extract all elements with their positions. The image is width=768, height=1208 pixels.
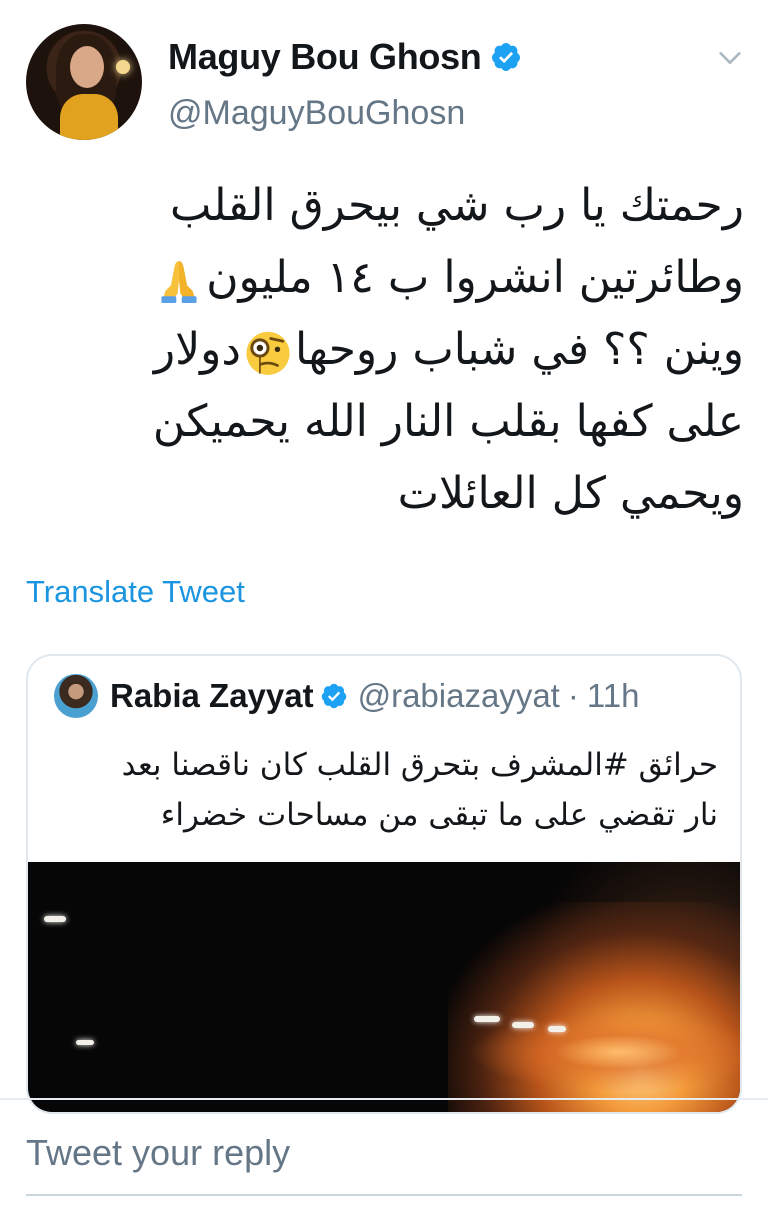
burning-ground: [468, 1012, 740, 1092]
distant-light: [474, 1016, 500, 1022]
quoted-tweet-body: حرائق #المشرف بتحرق القلب كان ناقصنا بعد…: [52, 740, 718, 840]
author-handle[interactable]: @MaguyBouGhosn: [168, 94, 465, 133]
folded-hands-icon: [161, 261, 197, 303]
quoted-author-handle: @rabiazayyat: [357, 677, 560, 714]
quoted-tweet-video[interactable]: [28, 862, 740, 1112]
tweet-text-segment: رحمتك يا رب شي بيحرق القلب: [169, 180, 744, 231]
distant-light: [44, 916, 66, 922]
quoted-tweet-header: Rabia Zayyat @rabiazayyat · 11h: [54, 674, 639, 718]
tweet-text-segment: دولار: [153, 324, 242, 375]
quoted-tweet-line: حرائق #المشرف بتحرق القلب كان ناقصنا بعد: [121, 747, 718, 783]
tweet-text-segment: على كفها بقلب النار الله يحميكن: [152, 396, 744, 447]
chevron-down-icon[interactable]: [716, 44, 744, 72]
verified-badge-icon: [321, 683, 346, 709]
translate-tweet-link[interactable]: Translate Tweet: [26, 574, 245, 610]
tweet-line: ويحمي كل العائلات: [40, 458, 744, 530]
avatar-lamp: [116, 60, 130, 74]
author-display-name[interactable]: Maguy Bou Ghosn: [168, 36, 482, 78]
tweet-header: Maguy Bou Ghosn @MaguyBouGhosn: [0, 0, 768, 160]
tweet-line: وينن ؟؟ في شباب روحها دولار: [40, 314, 744, 386]
reply-input[interactable]: Tweet your reply: [26, 1132, 290, 1174]
quoted-tweet-time: 11h: [586, 677, 640, 714]
tweet-line: على كفها بقلب النار الله يحميكن: [40, 386, 744, 458]
tweet-line: رحمتك يا رب شي بيحرق القلب: [40, 170, 744, 242]
quoted-author-name: Rabia Zayyat: [110, 677, 314, 714]
tweet-line: وطائرتين انشروا ب ١٤ مليون: [40, 242, 744, 314]
distant-light: [548, 1026, 566, 1032]
distant-light: [76, 1040, 94, 1045]
quoted-tweet-line: نار تقضي على ما تبقى من مساحات خضراء: [160, 797, 718, 833]
quoted-tweet-card[interactable]: Rabia Zayyat @rabiazayyat · 11h حرائق #ا…: [26, 654, 742, 1114]
distant-light: [512, 1022, 534, 1028]
avatar-face: [70, 46, 104, 88]
author-avatar[interactable]: [26, 24, 142, 140]
dot-separator: ·: [567, 677, 579, 714]
tweet-text-segment: ويحمي كل العائلات: [397, 468, 744, 519]
face-with-monocle-icon: [246, 331, 290, 375]
quoted-author-avatar: [54, 674, 98, 718]
tweet-text-segment: وطائرتين انشروا ب ١٤ مليون: [206, 252, 744, 303]
verified-badge-icon: [491, 43, 520, 71]
reply-input-underline: [26, 1194, 742, 1196]
author-name-row[interactable]: Maguy Bou Ghosn: [168, 36, 522, 78]
tweet-text-segment: وينن ؟؟ في شباب روحها: [295, 324, 744, 375]
section-divider: [0, 1098, 768, 1100]
avatar-dress: [60, 94, 118, 140]
tweet-body: رحمتك يا رب شي بيحرق القلب وطائرتين انشر…: [40, 170, 744, 530]
